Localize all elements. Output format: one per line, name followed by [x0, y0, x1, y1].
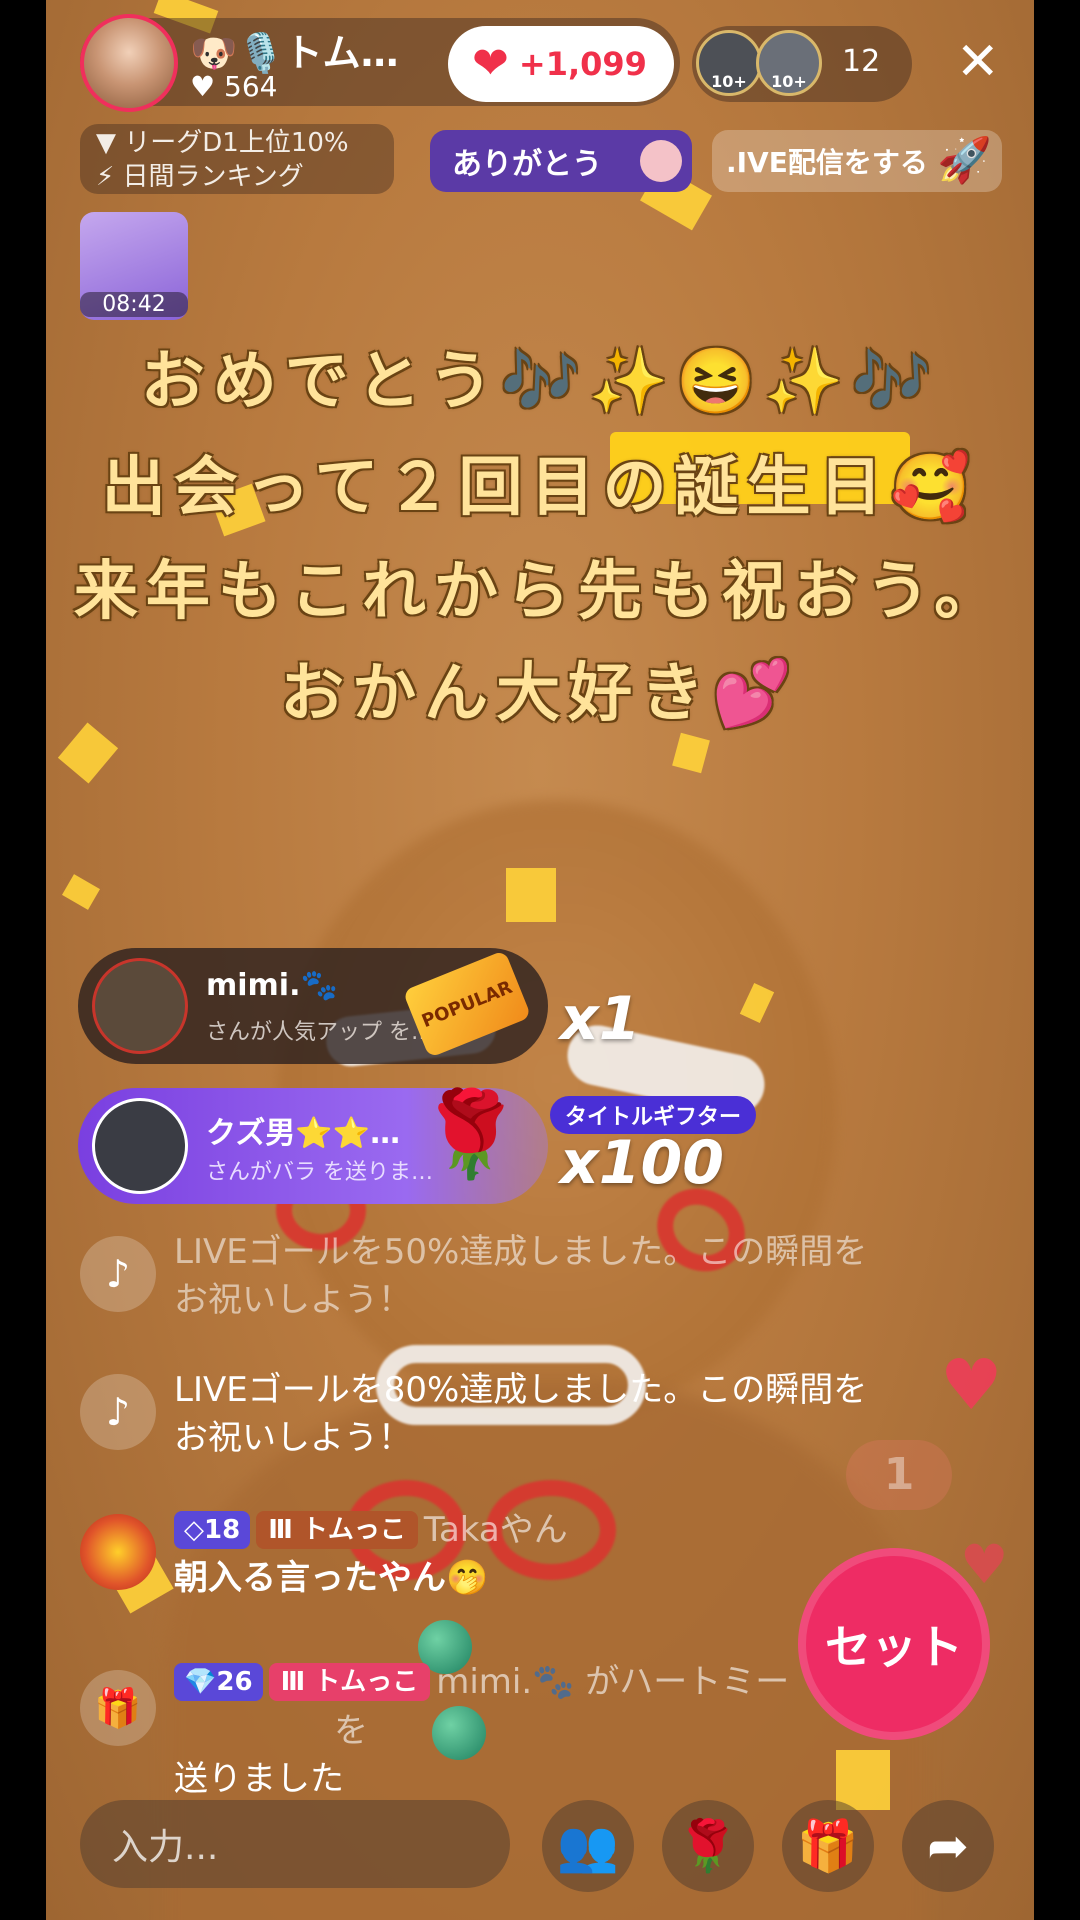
- rank-info-pill[interactable]: ▼ リーグD1上位10% ⚡ 日間ランキング: [80, 124, 394, 194]
- viewer-avatar[interactable]: 10+: [756, 30, 822, 96]
- heart-face-icon: [640, 140, 682, 182]
- message-line-3: 来年もこれから先も祝おう。: [73, 554, 1007, 629]
- chat-line: 朝入る言ったやん🤭: [174, 1557, 489, 1598]
- gift-description: さんが人気アップ を…: [206, 1020, 433, 1045]
- host-avatar[interactable]: [80, 14, 178, 112]
- level-badge: 💎26: [174, 1662, 263, 1701]
- chat-header: ◇18 Ⅲ トムっこ Takaやん: [174, 1504, 568, 1554]
- thanks-label: ありがとう: [452, 147, 602, 182]
- fan-club-badge: Ⅲ トムっこ: [256, 1510, 418, 1549]
- message-line-4: おかん大好き💕: [280, 656, 800, 731]
- chat-text: LIVEゴールを80%達成しました。この瞬間を お祝いしよう！: [174, 1366, 867, 1462]
- gift-icon: 🎁: [80, 1670, 156, 1746]
- gifter-name: クズ男⭐⭐…: [206, 1116, 401, 1151]
- message-line-1: おめでとう🎶✨😆✨🎶: [140, 344, 940, 419]
- chat-line: LIVEゴールを80%達成しました。この瞬間を: [174, 1370, 868, 1410]
- message-line-2: 出会って２回目の誕生日🥰: [101, 450, 979, 525]
- chat-text: ◇18 Ⅲ トムっこ Takaやん 朝入る言ったやん🤭: [174, 1504, 568, 1602]
- gifter-name: mimi.🐾: [206, 968, 338, 1003]
- likes-counter-value: +1,099: [518, 45, 647, 83]
- gifter-avatar[interactable]: [92, 958, 188, 1054]
- live-promo-label: .IVE配信をする: [726, 146, 928, 179]
- gift-description: さんがバラ を送りま…: [206, 1160, 433, 1185]
- chat-line: お祝いしよう！: [174, 1418, 412, 1458]
- viewer-avatar[interactable]: 10+: [696, 30, 762, 96]
- confetti: [62, 874, 100, 910]
- chat-username[interactable]: mimi.🐾 がハートミー: [436, 1662, 789, 1702]
- chat-fragment: を: [334, 1711, 368, 1751]
- thanks-button[interactable]: ありがとう: [430, 130, 692, 192]
- gift-timer: 08:42: [80, 292, 188, 317]
- tiktok-icon: ♪: [80, 1374, 156, 1450]
- likes-counter[interactable]: ❤ +1,099: [448, 26, 674, 102]
- viewer-count[interactable]: 12: [842, 44, 880, 79]
- host-likes-count: 564: [224, 70, 278, 103]
- close-icon[interactable]: ✕: [956, 36, 1000, 88]
- floating-heart-icon: ♥: [940, 1344, 1003, 1426]
- host-likes: ♥ 564: [190, 70, 278, 103]
- heart-icon: ❤: [472, 38, 509, 89]
- gift-combo-count: x1: [560, 984, 641, 1054]
- rose-gift-button[interactable]: 🌹: [662, 1800, 754, 1892]
- confetti: [672, 732, 710, 774]
- tiktok-icon: ♪: [80, 1236, 156, 1312]
- chat-text: LIVEゴールを50%達成しました。この瞬間を お祝いしよう！: [174, 1228, 867, 1324]
- floating-counter: 1: [846, 1440, 952, 1510]
- set-button[interactable]: セット: [798, 1548, 990, 1740]
- chat-line: 送りました: [174, 1759, 344, 1799]
- viewer-badge: 10+: [771, 72, 807, 91]
- chat-line: LIVEゴールを50%達成しました。この瞬間を: [174, 1232, 868, 1272]
- rose-icon: 🌹: [418, 1085, 523, 1183]
- gift-icon[interactable]: 🎁: [782, 1800, 874, 1892]
- chat-username[interactable]: Takaやん: [424, 1510, 568, 1550]
- host-name[interactable]: 🐶🎙️トム…: [190, 22, 399, 77]
- live-promo-button[interactable]: .IVE配信をする 🚀: [712, 130, 1002, 192]
- multi-guest-icon[interactable]: 👥: [542, 1800, 634, 1892]
- rank-line: ▼ リーグD1上位10%: [96, 128, 349, 158]
- chat-line: お祝いしよう！: [174, 1280, 412, 1320]
- popular-gift-label: POPULAR: [418, 976, 516, 1032]
- share-icon[interactable]: ➦: [902, 1800, 994, 1892]
- comment-input[interactable]: 入力...: [80, 1800, 510, 1888]
- level-badge: ◇18: [174, 1510, 251, 1549]
- rocket-icon: 🚀: [937, 135, 992, 186]
- fan-club-badge: Ⅲ トムっこ: [268, 1662, 431, 1701]
- gift-combo-count: x100: [560, 1128, 724, 1198]
- viewer-badge: 10+: [711, 72, 747, 91]
- gifter-avatar[interactable]: [92, 1098, 188, 1194]
- confetti: [506, 868, 556, 922]
- chat-avatar[interactable]: [80, 1514, 156, 1590]
- rank-line: ⚡ 日間ランキング: [96, 162, 304, 192]
